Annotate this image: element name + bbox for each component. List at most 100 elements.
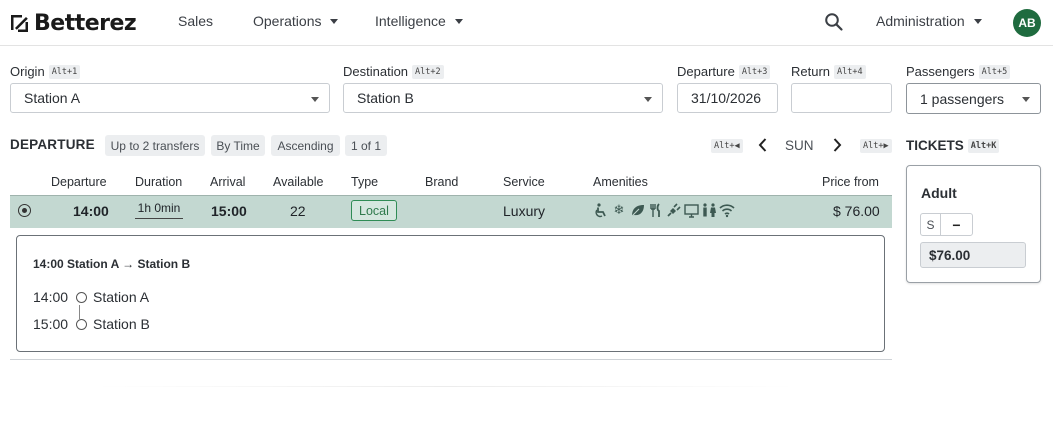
col-arrival[interactable]: Arrival xyxy=(210,175,245,189)
power-plug-icon xyxy=(665,202,681,218)
quantity-stepper: S − xyxy=(920,213,973,236)
destination-label-text: Destination xyxy=(343,64,409,79)
chevron-down-icon xyxy=(1022,97,1030,102)
stop-station: Station B xyxy=(93,316,150,332)
tickets-title-text: TICKETS xyxy=(906,138,964,153)
stop-item: 15:00 Station B xyxy=(33,316,150,332)
destination-value: Station B xyxy=(357,90,414,106)
chevron-down-icon xyxy=(454,18,463,24)
row-departure-time: 14:00 xyxy=(73,203,109,219)
destination-label: Destination Alt+2 xyxy=(343,64,444,79)
departure-label: Departure Alt+3 xyxy=(677,64,771,79)
logo[interactable]: Betterez xyxy=(9,9,137,37)
prev-day-shortcut: Alt+◀ xyxy=(711,139,743,153)
origin-label: Origin Alt+1 xyxy=(10,64,81,79)
page-count-chip: 1 of 1 xyxy=(345,135,387,156)
sort-order-chip[interactable]: Ascending xyxy=(271,135,340,156)
destination-select[interactable]: Station B xyxy=(343,83,663,113)
stop-item: 14:00 Station A xyxy=(33,289,149,305)
ticket-card: Adult S − $76.00 xyxy=(906,165,1041,283)
nav-operations-label: Operations xyxy=(253,13,322,29)
pager-day: SUN xyxy=(785,138,814,153)
monitor-icon xyxy=(683,202,699,218)
origin-select[interactable]: Station A xyxy=(10,83,330,113)
nav-administration-label: Administration xyxy=(876,13,965,29)
chevron-down-icon xyxy=(644,97,652,102)
departure-section-title: DEPARTURE xyxy=(10,137,95,152)
nav-intelligence-label: Intelligence xyxy=(375,13,446,29)
origin-label-text: Origin xyxy=(10,64,45,79)
return-label: Return Alt+4 xyxy=(791,64,866,79)
col-brand[interactable]: Brand xyxy=(425,175,458,189)
passengers-label: Passengers Alt+5 xyxy=(906,64,1011,79)
col-type[interactable]: Type xyxy=(351,175,378,189)
passengers-label-text: Passengers xyxy=(906,64,975,79)
restroom-icon xyxy=(701,202,717,218)
col-departure[interactable]: Departure xyxy=(51,175,107,189)
chevron-down-icon xyxy=(311,97,319,102)
type-badge: Local xyxy=(351,200,397,221)
return-date-input[interactable] xyxy=(791,83,892,113)
departure-shortcut: Alt+3 xyxy=(738,64,771,79)
faint-divider xyxy=(96,386,796,387)
chevron-right-icon[interactable] xyxy=(830,137,844,153)
tickets-title: TICKETS Alt+K xyxy=(906,138,1000,153)
passengers-shortcut: Alt+5 xyxy=(978,64,1011,79)
wifi-icon xyxy=(719,202,735,218)
row-service: Luxury xyxy=(503,203,546,219)
return-shortcut: Alt+4 xyxy=(834,64,866,79)
stop-dot-icon xyxy=(76,291,88,303)
decrement-button[interactable]: − xyxy=(941,214,972,235)
ticket-price: $76.00 xyxy=(920,242,1026,268)
row-duration[interactable]: 1h 0min xyxy=(135,201,183,219)
departure-date-input[interactable]: 31/10/2026 xyxy=(677,83,778,113)
stop-dot-icon xyxy=(76,318,88,330)
passengers-select[interactable]: 1 passengers xyxy=(906,83,1041,114)
row-price: $ 76.00 xyxy=(833,203,880,219)
stop-time: 15:00 xyxy=(33,316,69,332)
departure-date-value: 31/10/2026 xyxy=(691,90,762,106)
tickets-shortcut: Alt+K xyxy=(967,138,1000,153)
nav-operations[interactable]: Operations xyxy=(253,13,339,29)
trip-radio[interactable] xyxy=(18,204,31,217)
nav-intelligence[interactable]: Intelligence xyxy=(375,13,463,29)
stop-time: 14:00 xyxy=(33,289,69,305)
transfers-filter-chip[interactable]: Up to 2 transfers xyxy=(105,135,205,156)
chevron-down-icon xyxy=(330,18,339,24)
nav-sales[interactable]: Sales xyxy=(178,13,213,29)
col-available[interactable]: Available xyxy=(273,175,324,189)
col-duration[interactable]: Duration xyxy=(135,175,182,189)
chevron-down-icon xyxy=(973,18,982,24)
ticket-type-name: Adult xyxy=(921,185,957,201)
departure-label-text: Departure xyxy=(677,64,735,79)
origin-shortcut: Alt+1 xyxy=(48,64,81,79)
next-day-shortcut: Alt+▶ xyxy=(860,139,892,153)
snowflake-icon: ❄ xyxy=(613,202,625,217)
leaf-icon xyxy=(629,202,645,218)
stop-station: Station A xyxy=(93,289,150,305)
trip-detail-title: 14:00 Station A → Station B xyxy=(33,257,191,271)
logo-text: Betterez xyxy=(34,10,137,36)
results-divider xyxy=(10,359,892,360)
row-available: 22 xyxy=(290,203,306,219)
passengers-value: 1 passengers xyxy=(920,90,1005,107)
accessible-icon xyxy=(593,202,609,218)
col-price-from[interactable]: Price from xyxy=(822,175,879,189)
chevron-left-icon[interactable] xyxy=(756,137,770,153)
stepper-value[interactable]: S xyxy=(921,214,941,235)
logo-arrow-icon xyxy=(11,14,28,32)
col-amenities: Amenities xyxy=(593,175,648,189)
col-service[interactable]: Service xyxy=(503,175,545,189)
sort-by-chip[interactable]: By Time xyxy=(211,135,265,156)
nav-sales-label: Sales xyxy=(178,13,214,29)
top-bar: Betterez Sales Operations Intelligence A… xyxy=(0,0,1053,46)
origin-value: Station A xyxy=(24,90,81,106)
trip-detail-card: 14:00 Station A → Station B 14:00 Statio… xyxy=(16,235,885,352)
nav-administration[interactable]: Administration xyxy=(876,13,982,29)
return-label-text: Return xyxy=(791,64,831,79)
destination-shortcut: Alt+2 xyxy=(412,64,444,79)
avatar[interactable]: AB xyxy=(1013,9,1041,37)
row-arrival-time: 15:00 xyxy=(211,203,247,219)
amenities-list: ❄ xyxy=(593,202,735,218)
search-icon[interactable] xyxy=(824,12,844,32)
